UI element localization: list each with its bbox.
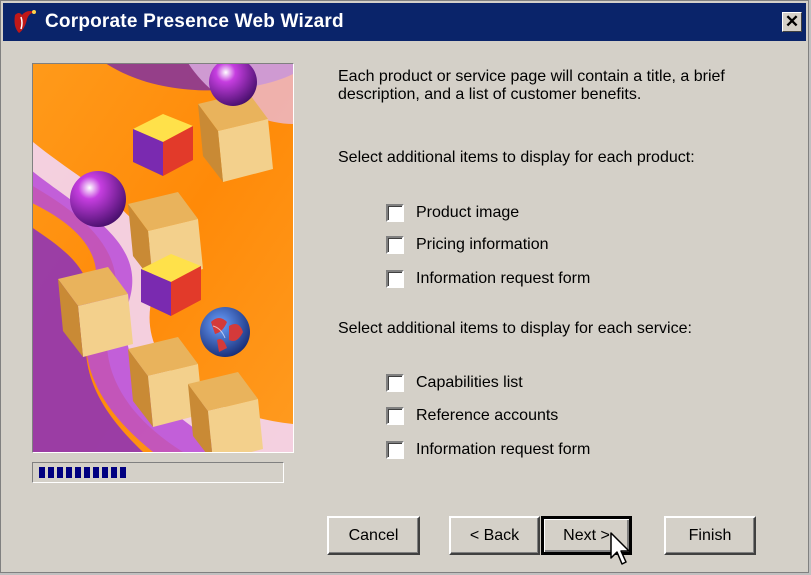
service-information-request-option[interactable]: Information request form	[386, 441, 590, 459]
product-heading: Select additional items to display for e…	[338, 149, 695, 166]
wizard-illustration-frame	[32, 63, 294, 453]
progress-block	[93, 467, 99, 478]
progress-block	[66, 467, 72, 478]
product-information-request-option[interactable]: Information request form	[386, 270, 590, 288]
checkbox[interactable]	[386, 407, 404, 425]
progress-block	[48, 467, 54, 478]
finish-button[interactable]: Finish	[664, 516, 756, 555]
option-label: Information request form	[416, 441, 591, 458]
progress-block	[102, 467, 108, 478]
mouse-pointer-icon	[610, 532, 630, 565]
option-label: Pricing information	[416, 236, 549, 253]
wizard-progress-bar	[32, 462, 284, 483]
progress-block	[39, 467, 45, 478]
progress-block	[120, 467, 126, 478]
back-button[interactable]: < Back	[449, 516, 540, 555]
checkbox[interactable]	[386, 204, 404, 222]
window-title: Corporate Presence Web Wizard	[45, 11, 344, 32]
wizard-app-icon	[14, 10, 36, 33]
wizard-window: Corporate Presence Web Wizard ✕ Each pro…	[0, 0, 809, 573]
option-label: Information request form	[416, 270, 591, 287]
close-button[interactable]: ✕	[782, 12, 802, 32]
option-label: Reference accounts	[416, 407, 559, 424]
pricing-information-option[interactable]: Pricing information	[386, 236, 549, 254]
checkbox[interactable]	[386, 236, 404, 254]
checkbox[interactable]	[386, 374, 404, 392]
close-icon: ✕	[784, 12, 800, 31]
reference-accounts-option[interactable]: Reference accounts	[386, 407, 558, 425]
progress-block	[75, 467, 81, 478]
wizard-illustration	[33, 64, 293, 452]
capabilities-list-option[interactable]: Capabilities list	[386, 374, 523, 392]
checkbox[interactable]	[386, 441, 404, 459]
title-bar[interactable]: Corporate Presence Web Wizard ✕	[3, 3, 806, 41]
option-label: Product image	[416, 204, 520, 221]
product-image-option[interactable]: Product image	[386, 204, 519, 222]
progress-block	[57, 467, 63, 478]
intro-line-2: description, and a list of customer bene…	[338, 86, 642, 103]
progress-block	[84, 467, 90, 478]
intro-line-1: Each product or service page will contai…	[338, 68, 725, 85]
service-heading: Select additional items to display for e…	[338, 320, 692, 337]
progress-block	[111, 467, 117, 478]
checkbox[interactable]	[386, 270, 404, 288]
option-label: Capabilities list	[416, 374, 523, 391]
cancel-button[interactable]: Cancel	[327, 516, 420, 555]
